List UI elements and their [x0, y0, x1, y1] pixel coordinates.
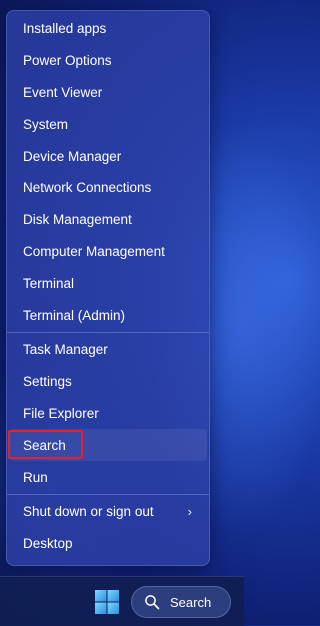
menu-item-label: Run: [23, 469, 48, 485]
menu-item-desktop[interactable]: Desktop: [9, 528, 207, 560]
search-label: Search: [170, 594, 212, 610]
menu-item-label: System: [23, 116, 69, 132]
menu-item-run[interactable]: Run: [9, 461, 207, 493]
menu-item-event-viewer[interactable]: Event Viewer: [9, 77, 207, 109]
windows-logo-icon: [95, 590, 119, 614]
search-icon: [145, 595, 160, 610]
menu-item-label: Device Manager: [23, 148, 122, 164]
menu-item-search[interactable]: Search: [8, 429, 207, 462]
menu-item-label: File Explorer: [23, 405, 99, 421]
quick-link-menu: Installed apps Power Options Event Viewe…: [6, 10, 210, 566]
menu-item-label: Network Connections: [23, 180, 152, 196]
menu-item-settings[interactable]: Settings: [9, 366, 207, 398]
taskbar: Search: [0, 576, 244, 626]
menu-item-installed-apps[interactable]: Installed apps: [9, 13, 207, 45]
menu-item-label: Installed apps: [23, 21, 107, 37]
menu-item-power-options[interactable]: Power Options: [9, 45, 207, 77]
menu-item-label: Computer Management: [23, 243, 165, 259]
menu-item-label: Terminal (Admin): [23, 307, 126, 323]
taskbar-search-box[interactable]: Search: [131, 586, 231, 618]
start-button[interactable]: [93, 588, 121, 616]
menu-item-task-manager[interactable]: Task Manager: [9, 334, 207, 366]
menu-item-file-explorer[interactable]: File Explorer: [9, 398, 207, 430]
menu-item-label: Terminal: [23, 275, 75, 291]
menu-item-network-connections[interactable]: Network Connections: [9, 172, 207, 204]
menu-item-label: Desktop: [23, 536, 73, 552]
menu-item-label: Settings: [23, 374, 72, 390]
menu-item-terminal[interactable]: Terminal: [9, 267, 207, 299]
menu-item-computer-management[interactable]: Computer Management: [9, 236, 207, 268]
menu-item-system[interactable]: System: [9, 108, 207, 140]
menu-item-label: Event Viewer: [23, 84, 103, 100]
menu-item-disk-management[interactable]: Disk Management: [9, 204, 207, 236]
menu-item-label: Power Options: [23, 53, 112, 69]
chevron-right-icon: ›: [187, 504, 192, 520]
menu-item-shut-down-or-sign-out[interactable]: Shut down or sign out ›: [9, 496, 207, 528]
menu-item-label: Search: [23, 437, 66, 453]
menu-item-label: Shut down or sign out: [23, 504, 154, 520]
menu-divider: [7, 493, 209, 495]
menu-item-terminal-admin[interactable]: Terminal (Admin): [9, 299, 207, 331]
menu-item-device-manager[interactable]: Device Manager: [9, 140, 207, 172]
menu-item-label: Task Manager: [23, 342, 108, 358]
menu-divider: [7, 331, 209, 333]
menu-item-label: Disk Management: [23, 212, 132, 228]
